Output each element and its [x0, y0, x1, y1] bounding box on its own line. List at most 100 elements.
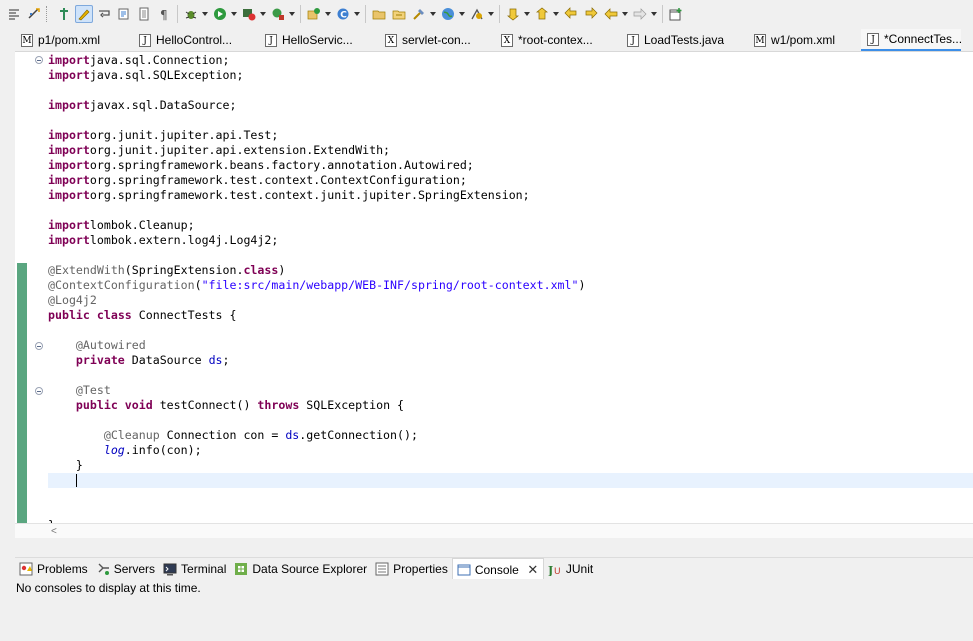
word-wrap-button[interactable]	[95, 5, 113, 23]
tab-load-tests[interactable]: J LoadTests.java	[621, 29, 748, 51]
next-annotation-icon[interactable]	[504, 5, 522, 23]
code-line[interactable]: importlombok.Cleanup;	[48, 218, 973, 233]
code-line[interactable]	[48, 83, 973, 98]
new-java-project-icon[interactable]	[305, 5, 323, 23]
fold-imports-icon[interactable]	[35, 56, 43, 64]
debug-icon[interactable]	[182, 5, 200, 23]
tab-servlet-context[interactable]: Xservlet-con...	[379, 29, 495, 51]
code-line[interactable]: public class ConnectTests {	[48, 308, 973, 323]
next-annotation-dropdown[interactable]	[523, 5, 530, 23]
code-line[interactable]: importjavax.sql.DataSource;	[48, 98, 973, 113]
tab-w1-pom[interactable]: Mw1/pom.xml	[748, 29, 861, 51]
code-area[interactable]: importjava.sql.Connection; importjava.sql…	[48, 53, 973, 533]
code-line[interactable]: }	[48, 458, 973, 473]
code-line[interactable]: importorg.springframework.test.context.j…	[48, 188, 973, 203]
open-type-icon[interactable]	[370, 5, 388, 23]
code-line[interactable]: @Test	[48, 383, 973, 398]
mark-occurrences-button[interactable]	[55, 5, 73, 23]
last-edit-button[interactable]	[115, 5, 133, 23]
code-line[interactable]	[48, 113, 973, 128]
tab-console[interactable]: Console ✕	[451, 558, 544, 580]
field-token: ds	[208, 353, 223, 367]
annotation-nav-dropdown[interactable]	[487, 5, 494, 23]
code-line[interactable]	[48, 473, 973, 488]
show-source-button[interactable]	[135, 5, 153, 23]
tab-data-source-explorer[interactable]: Data Source Explorer	[230, 558, 371, 580]
debug-dropdown[interactable]	[201, 5, 208, 23]
highlight-editing-button[interactable]	[75, 5, 93, 23]
annotation-nav-icon[interactable]	[468, 5, 486, 23]
toggle-breadcrumb-button[interactable]	[25, 5, 43, 23]
code-line[interactable]	[48, 203, 973, 218]
code-line[interactable]: importorg.springframework.beans.factory.…	[48, 158, 973, 173]
code-line[interactable]: log.info(con);	[48, 443, 973, 458]
open-task-icon[interactable]	[390, 5, 408, 23]
tab-hello-controller[interactable]: J HelloControl...	[133, 29, 259, 51]
forward-history-icon[interactable]	[582, 5, 600, 23]
tab-terminal[interactable]: Terminal	[159, 558, 230, 580]
code-editor[interactable]: importjava.sql.Connection; importjava.sql…	[15, 51, 973, 538]
tab-junit[interactable]: JU JUnit	[544, 558, 597, 580]
code-line[interactable]: importorg.springframework.test.context.C…	[48, 173, 973, 188]
new-class-icon[interactable]: C	[334, 5, 352, 23]
back-icon[interactable]	[602, 5, 620, 23]
tab-hello-service[interactable]: J HelloServic...	[259, 29, 379, 51]
back-dropdown[interactable]	[621, 5, 628, 23]
tab-p1-pom[interactable]: Mp1/pom.xml	[15, 29, 133, 51]
external-tools-dropdown[interactable]	[288, 5, 295, 23]
code-line[interactable]	[48, 488, 973, 503]
fold-test-method-icon[interactable]	[35, 387, 43, 395]
annotation-token: @Autowired	[75, 338, 146, 352]
run-icon[interactable]	[211, 5, 229, 23]
forward-icon[interactable]	[631, 5, 649, 23]
tab-servers[interactable]: Servers	[92, 558, 159, 580]
code-line[interactable]: @Log4j2	[48, 293, 973, 308]
new-project-dropdown[interactable]	[324, 5, 331, 23]
scroll-left-icon[interactable]: <	[51, 526, 57, 537]
tab-root-context[interactable]: X *root-contex...	[495, 29, 621, 51]
show-whitespace-button[interactable]: ¶	[155, 5, 173, 23]
fold-autowired-icon[interactable]	[35, 342, 43, 350]
search-icon[interactable]	[410, 5, 428, 23]
open-perspective-icon[interactable]	[667, 5, 685, 23]
console-view[interactable]: No consoles to display at this time.	[15, 579, 973, 641]
horizontal-scrollbar[interactable]: <	[15, 523, 973, 538]
code-line[interactable]	[48, 368, 973, 383]
code-line[interactable]	[48, 248, 973, 263]
code-line[interactable]: @ContextConfiguration("file:src/main/web…	[48, 278, 973, 293]
web-browser-icon[interactable]	[439, 5, 457, 23]
code-line[interactable]: importjava.sql.Connection;	[48, 53, 973, 68]
tab-problems[interactable]: Problems	[15, 558, 92, 580]
external-tools-icon[interactable]	[269, 5, 287, 23]
coverage-dropdown[interactable]	[259, 5, 266, 23]
search-dropdown[interactable]	[429, 5, 436, 23]
code-line[interactable]: private DataSource ds;	[48, 353, 973, 368]
tab-connect-tests[interactable]: J *ConnectTes...	[861, 29, 961, 51]
code-line[interactable]	[48, 323, 973, 338]
web-browser-dropdown[interactable]	[458, 5, 465, 23]
last-edit-location-icon[interactable]	[562, 5, 580, 23]
tab-properties[interactable]: Properties	[371, 558, 452, 580]
code-token: Connection con =	[159, 428, 286, 442]
code-line[interactable]: importorg.junit.jupiter.api.extension.Ex…	[48, 143, 973, 158]
keyword-token: import	[48, 53, 90, 67]
code-line[interactable]: @Autowired	[48, 338, 973, 353]
previous-annotation-dropdown[interactable]	[552, 5, 559, 23]
code-line[interactable]: @Cleanup Connection con = ds.getConnecti…	[48, 428, 973, 443]
code-line[interactable]: @ExtendWith(SpringExtension.class)	[48, 263, 973, 278]
code-line[interactable]	[48, 503, 973, 518]
new-class-dropdown[interactable]	[353, 5, 360, 23]
code-line[interactable]	[48, 413, 973, 428]
code-line[interactable]: importlombok.extern.log4j.Log4j2;	[48, 233, 973, 248]
tab-label: JUnit	[565, 562, 594, 576]
coverage-icon[interactable]	[240, 5, 258, 23]
close-icon[interactable]: ✕	[527, 562, 539, 577]
run-dropdown[interactable]	[230, 5, 237, 23]
forward-dropdown[interactable]	[650, 5, 657, 23]
previous-annotation-icon[interactable]	[533, 5, 551, 23]
code-line[interactable]: importorg.junit.jupiter.api.Test;	[48, 128, 973, 143]
toggle-block-selection-button[interactable]	[5, 5, 23, 23]
code-line[interactable]: public void testConnect() throws SQLExce…	[48, 398, 973, 413]
code-line[interactable]: importjava.sql.SQLException;	[48, 68, 973, 83]
